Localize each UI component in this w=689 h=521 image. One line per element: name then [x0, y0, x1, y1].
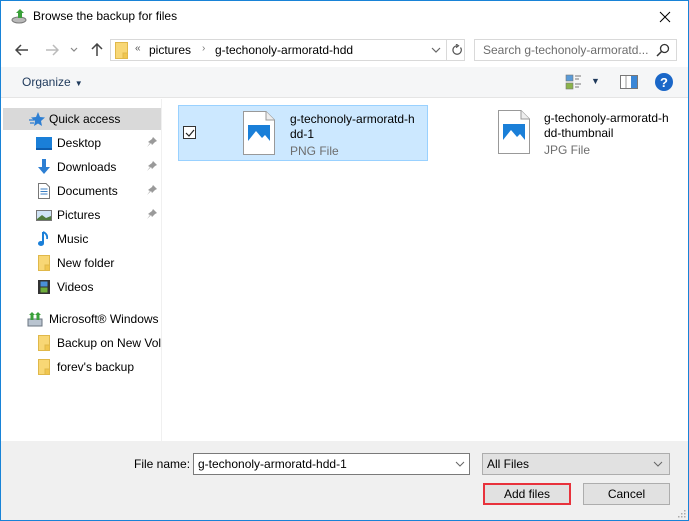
back-button[interactable] — [12, 40, 32, 60]
navigation-pane: Quick access Desktop Downloads Documents… — [1, 99, 162, 441]
music-icon — [38, 231, 49, 246]
dialog-footer: File name: g-techonoly-armoratd-hdd-1 Al… — [1, 441, 688, 520]
pin-icon[interactable] — [147, 209, 157, 219]
search-placeholder: Search g-techonoly-armoratd... — [483, 43, 649, 57]
file-type-value: All Files — [487, 457, 530, 471]
help-icon: ? — [660, 74, 668, 90]
arrow-right-icon — [46, 44, 59, 56]
up-button[interactable] — [87, 40, 107, 60]
refresh-button[interactable] — [446, 40, 466, 60]
image-file-icon — [498, 110, 530, 154]
sidebar-item-music[interactable]: Music — [3, 228, 161, 250]
folder-icon — [115, 42, 128, 59]
command-bar: Organize ▼ ▼ ? — [1, 67, 688, 98]
resize-grip-icon[interactable] — [676, 508, 686, 518]
image-file-icon — [243, 111, 275, 155]
file-name: g-techonoly-armoratd-h dd-thumbnail — [544, 111, 669, 140]
desktop-icon — [36, 137, 52, 150]
sidebar-item-label: forev's backup — [57, 360, 134, 374]
help-button[interactable]: ? — [655, 73, 673, 91]
file-checkbox[interactable] — [183, 126, 196, 139]
download-icon — [38, 159, 50, 174]
refresh-icon — [451, 44, 462, 55]
change-view-icon[interactable] — [565, 74, 583, 90]
file-type-select[interactable]: All Files — [482, 453, 670, 475]
sidebar-item-label: Microsoft® Windows — [49, 312, 159, 326]
sidebar-item-label: Downloads — [57, 160, 117, 174]
chevron-down-icon — [653, 461, 663, 467]
sidebar-item-documents[interactable]: Documents — [3, 180, 161, 202]
file-name-input[interactable]: g-techonoly-armoratd-hdd-1 — [193, 453, 470, 475]
recent-locations-button[interactable] — [67, 40, 81, 60]
videos-icon — [38, 280, 50, 294]
sidebar-item-label: Music — [57, 232, 89, 246]
sidebar-item-label: Videos — [57, 280, 94, 294]
checkmark-icon — [185, 129, 194, 137]
title-bar: Browse the backup for files — [1, 1, 688, 32]
arrow-left-icon — [15, 44, 28, 56]
organize-menu[interactable]: Organize ▼ — [22, 75, 83, 89]
view-options-dropdown[interactable]: ▼ — [591, 76, 600, 86]
address-dropdown-button[interactable] — [426, 40, 446, 60]
overflow-chevron[interactable]: « — [135, 43, 141, 54]
folder-icon — [38, 255, 50, 271]
file-item[interactable]: g-techonoly-armoratd-h dd-1 PNG File — [178, 105, 428, 161]
backup-drive-icon — [27, 312, 43, 327]
address-bar[interactable]: « pictures › g-techonoly-armoratd-hdd — [110, 39, 465, 61]
sidebar-item-label: New folder — [57, 256, 115, 270]
pin-icon[interactable] — [147, 161, 157, 171]
chevron-down-icon — [431, 47, 441, 53]
navigation-bar: « pictures › g-techonoly-armoratd-hdd Se… — [1, 34, 688, 66]
sidebar-item-label: Quick access — [49, 112, 121, 126]
sidebar-item-videos[interactable]: Videos — [3, 276, 161, 298]
forward-button[interactable] — [42, 40, 62, 60]
breadcrumb-separator[interactable]: › — [202, 43, 205, 54]
add-files-button[interactable]: Add files — [483, 483, 571, 505]
folder-icon — [38, 335, 50, 351]
sidebar-item-new-folder[interactable]: New folder — [3, 252, 161, 274]
breadcrumb-pictures[interactable]: pictures — [149, 43, 191, 57]
sidebar-item-desktop[interactable]: Desktop — [3, 132, 161, 154]
pictures-icon — [36, 210, 52, 221]
pin-icon[interactable] — [147, 137, 157, 147]
chevron-down-icon — [70, 47, 78, 52]
arrow-up-icon — [91, 43, 103, 56]
file-dialog: Browse the backup for files « pictures ›… — [0, 0, 689, 521]
file-list: g-techonoly-armoratd-h dd-1 PNG File g-te… — [163, 99, 688, 441]
sidebar-item-pictures[interactable]: Pictures — [3, 204, 161, 226]
sidebar-item-backup-on-new-vol[interactable]: Backup on New Vol — [3, 332, 161, 354]
organize-label: Organize — [22, 75, 71, 89]
sidebar-item-microsoft-windows-backup[interactable]: Microsoft® Windows — [3, 308, 161, 330]
file-name: g-techonoly-armoratd-h dd-1 — [290, 112, 415, 141]
sidebar-item-label: Documents — [57, 184, 118, 198]
file-type: PNG File — [290, 144, 339, 158]
window-title: Browse the backup for files — [33, 9, 178, 23]
file-name-value: g-techonoly-armoratd-hdd-1 — [198, 457, 347, 471]
sidebar-item-label: Pictures — [57, 208, 101, 222]
sidebar-item-label: Backup on New Vol — [57, 336, 162, 350]
search-input[interactable]: Search g-techonoly-armoratd... — [474, 39, 677, 61]
close-icon — [659, 11, 671, 22]
file-item[interactable]: g-techonoly-armoratd-h dd-thumbnail JPG F… — [434, 105, 684, 161]
preview-pane-icon[interactable] — [620, 75, 638, 89]
sidebar-item-downloads[interactable]: Downloads — [3, 156, 161, 178]
breadcrumb-current-folder[interactable]: g-techonoly-armoratd-hdd — [215, 43, 353, 57]
search-icon[interactable] — [656, 43, 670, 57]
document-icon — [38, 183, 50, 199]
chevron-down-icon[interactable] — [455, 457, 465, 471]
cancel-button[interactable]: Cancel — [583, 483, 670, 505]
caret-down-icon: ▼ — [74, 79, 83, 88]
close-button[interactable] — [642, 1, 688, 32]
folder-icon — [38, 359, 50, 375]
sidebar-item-label: Desktop — [57, 136, 102, 150]
sidebar-item-quick-access[interactable]: Quick access — [3, 108, 161, 130]
backup-drive-icon — [11, 9, 27, 24]
file-name-label: File name: — [134, 457, 191, 471]
file-type: JPG File — [544, 143, 591, 157]
pin-icon[interactable] — [147, 185, 157, 195]
sidebar-item-forevs-backup[interactable]: forev's backup — [3, 356, 161, 378]
star-icon — [29, 112, 45, 126]
